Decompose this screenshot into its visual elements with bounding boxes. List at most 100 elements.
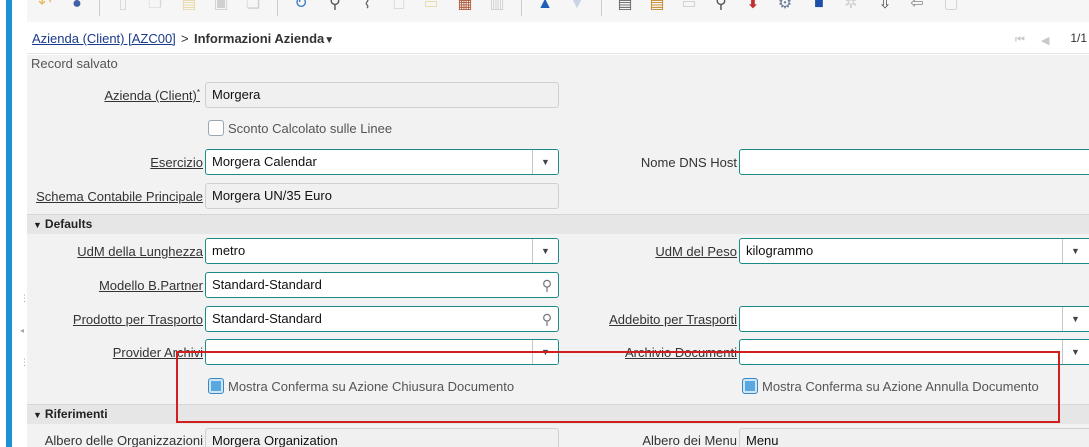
status-message: Record salvato bbox=[31, 56, 118, 71]
chevron-down-icon[interactable]: ▼ bbox=[532, 239, 558, 263]
albero-menu-label: Albero dei Menu bbox=[642, 433, 737, 447]
modello-bp-label[interactable]: Modello B.Partner bbox=[99, 278, 203, 293]
udm-lunghezza-select[interactable]: metro ▼ bbox=[205, 238, 559, 264]
defaults-section-label: Defaults bbox=[44, 217, 93, 231]
process-icon[interactable]: ⚙ bbox=[775, 0, 795, 14]
search-icon[interactable]: ⚲ bbox=[538, 310, 556, 328]
azienda-label-text: Azienda (Client) bbox=[104, 88, 197, 103]
esercizio-label[interactable]: Esercizio bbox=[150, 155, 203, 170]
export-icon[interactable]: ⇩ bbox=[875, 0, 895, 14]
addebito-trasporti-select[interactable]: ▼ bbox=[739, 306, 1089, 332]
new-record-icon[interactable]: ▯ bbox=[113, 0, 133, 14]
provider-archivi-select[interactable]: ▼ bbox=[205, 339, 559, 365]
breadcrumb-client-link[interactable]: Azienda (Client) [AZC00] bbox=[32, 31, 176, 46]
azienda-label[interactable]: Azienda (Client)* bbox=[104, 88, 200, 103]
udm-lunghezza-value: metro bbox=[212, 243, 246, 258]
history-icon[interactable]: ▭ bbox=[421, 0, 441, 14]
udm-peso-label[interactable]: UdM del Peso bbox=[655, 244, 737, 259]
riferimenti-section-header[interactable]: ▼ Riferimenti bbox=[27, 404, 1089, 424]
zoom-across-icon[interactable]: ⬍ bbox=[743, 0, 763, 14]
help-icon[interactable]: ● bbox=[67, 0, 87, 14]
report-icon[interactable]: ▤ bbox=[615, 0, 635, 14]
albero-org-label: Albero delle Organizzazioni bbox=[44, 433, 203, 447]
print-preview-icon[interactable]: ⚲ bbox=[711, 0, 731, 14]
provider-archivi-label[interactable]: Provider Archivi bbox=[113, 345, 203, 360]
schema-label[interactable]: Schema Contabile Principale bbox=[36, 189, 203, 204]
sconto-checkbox-row[interactable]: Sconto Calcolato sulle Linee bbox=[208, 120, 392, 136]
search-icon[interactable]: ⚲ bbox=[538, 276, 556, 294]
albero-menu-field[interactable]: Menu bbox=[739, 428, 1089, 447]
breadcrumb: Azienda (Client) [AZC00] > Informazioni … bbox=[27, 24, 1089, 54]
archive-icon[interactable]: ▤ bbox=[647, 0, 667, 14]
schema-field[interactable]: Morgera UN/35 Euro bbox=[205, 183, 559, 209]
collapse-arrow-icon[interactable]: ◂ bbox=[20, 326, 24, 335]
save-icon[interactable]: ▣ bbox=[211, 0, 231, 14]
albero-org-field[interactable]: Morgera Organization bbox=[205, 428, 559, 447]
defaults-section-header[interactable]: ▼ Defaults bbox=[27, 214, 1089, 234]
chevron-down-icon[interactable]: ▼ bbox=[324, 35, 334, 46]
accent-bar bbox=[6, 0, 12, 447]
required-marker: * bbox=[196, 88, 200, 97]
chevron-down-icon[interactable]: ▼ bbox=[1062, 340, 1088, 364]
delete-icon[interactable]: ▤ bbox=[179, 0, 199, 14]
udm-peso-value: kilogrammo bbox=[746, 243, 814, 258]
modello-bp-value: Standard-Standard bbox=[212, 277, 322, 292]
collapse-triangle-icon: ▼ bbox=[33, 220, 42, 230]
collapse-triangle-icon: ▼ bbox=[33, 410, 42, 420]
lock-icon[interactable]: ▢ bbox=[941, 0, 961, 14]
toolbar-separator bbox=[601, 0, 602, 16]
breadcrumb-current-label: Informazioni Azienda bbox=[194, 31, 325, 46]
udm-peso-select[interactable]: kilogrammo ▼ bbox=[739, 238, 1089, 264]
udm-lunghezza-label[interactable]: UdM della Lunghezza bbox=[77, 244, 203, 259]
refresh-icon[interactable]: ↻ bbox=[291, 0, 311, 14]
modello-bp-field[interactable]: Standard-Standard ⚲ bbox=[205, 272, 559, 298]
breadcrumb-current[interactable]: Informazioni Azienda▼ bbox=[194, 31, 334, 46]
nome-dns-label: Nome DNS Host bbox=[640, 155, 737, 170]
sconto-checkbox[interactable] bbox=[208, 120, 224, 136]
conferma-annulla-checkbox[interactable] bbox=[742, 378, 758, 394]
customize-icon[interactable]: ✲ bbox=[841, 0, 861, 14]
save-new-icon[interactable]: ❏ bbox=[243, 0, 263, 14]
conferma-chiusura-row[interactable]: Mostra Conferma su Azione Chiusura Docum… bbox=[208, 378, 514, 394]
next-record-icon[interactable]: ▼ bbox=[567, 0, 587, 14]
chat-icon[interactable]: ◻ bbox=[389, 0, 409, 14]
prodotto-trasporto-field[interactable]: Standard-Standard ⚲ bbox=[205, 306, 559, 332]
riferimenti-section-label: Riferimenti bbox=[44, 407, 108, 421]
azienda-field[interactable]: Morgera bbox=[205, 82, 559, 108]
undo-icon[interactable]: ↶ bbox=[35, 0, 55, 14]
sconto-label: Sconto Calcolato sulle Linee bbox=[228, 120, 393, 136]
toolbar-separator bbox=[99, 0, 100, 16]
chevron-down-icon[interactable]: ▼ bbox=[532, 340, 558, 364]
breadcrumb-separator: > bbox=[181, 31, 189, 46]
prodotto-trasporto-value: Standard-Standard bbox=[212, 311, 322, 326]
prodotto-trasporto-label[interactable]: Prodotto per Trasporto bbox=[73, 312, 203, 327]
chevron-down-icon[interactable]: ▼ bbox=[1062, 239, 1088, 263]
toolbar: ↶ ● ▯ ❐ ▤ ▣ ❏ ↻ ⚲ ⌇ ◻ ▭ ▦ ▥ ▲ ▼ ▤ ▤ ▭ ⚲ … bbox=[27, 0, 1089, 22]
grid-toggle-icon[interactable]: ▦ bbox=[455, 0, 475, 14]
previous-record-icon[interactable]: ▲ bbox=[535, 0, 555, 14]
conferma-annulla-label: Mostra Conferma su Azione Annulla Docume… bbox=[762, 378, 1039, 394]
esercizio-select[interactable]: Morgera Calendar ▼ bbox=[205, 149, 559, 175]
conferma-chiusura-checkbox[interactable] bbox=[208, 378, 224, 394]
addebito-trasporti-label[interactable]: Addebito per Trasporti bbox=[609, 312, 737, 327]
previous-record-nav-icon[interactable]: ◀ bbox=[1041, 34, 1049, 47]
workflow-icon[interactable]: ■ bbox=[809, 0, 829, 14]
nome-dns-field[interactable] bbox=[739, 149, 1089, 175]
conferma-annulla-row[interactable]: Mostra Conferma su Azione Annulla Docume… bbox=[742, 378, 1039, 394]
find-icon[interactable]: ⚲ bbox=[325, 0, 345, 14]
first-record-icon[interactable]: ⏮ bbox=[1015, 34, 1025, 47]
attachment-icon[interactable]: ⌇ bbox=[357, 0, 377, 14]
toolbar-separator bbox=[277, 0, 278, 16]
left-rail bbox=[0, 0, 14, 447]
archivio-documenti-label[interactable]: Archivio Documenti bbox=[625, 345, 737, 360]
toolbar-separator bbox=[521, 0, 522, 16]
archivio-documenti-select[interactable]: ▼ bbox=[739, 339, 1089, 365]
copy-record-icon[interactable]: ❐ bbox=[145, 0, 165, 14]
esercizio-value: Morgera Calendar bbox=[212, 154, 317, 169]
chevron-down-icon[interactable]: ▼ bbox=[1062, 307, 1088, 331]
record-count: 1/1 bbox=[1070, 31, 1087, 45]
print-icon[interactable]: ▭ bbox=[679, 0, 699, 14]
import-icon[interactable]: ⇦ bbox=[907, 0, 927, 14]
chevron-down-icon[interactable]: ▼ bbox=[532, 150, 558, 174]
detail-icon[interactable]: ▥ bbox=[487, 0, 507, 14]
